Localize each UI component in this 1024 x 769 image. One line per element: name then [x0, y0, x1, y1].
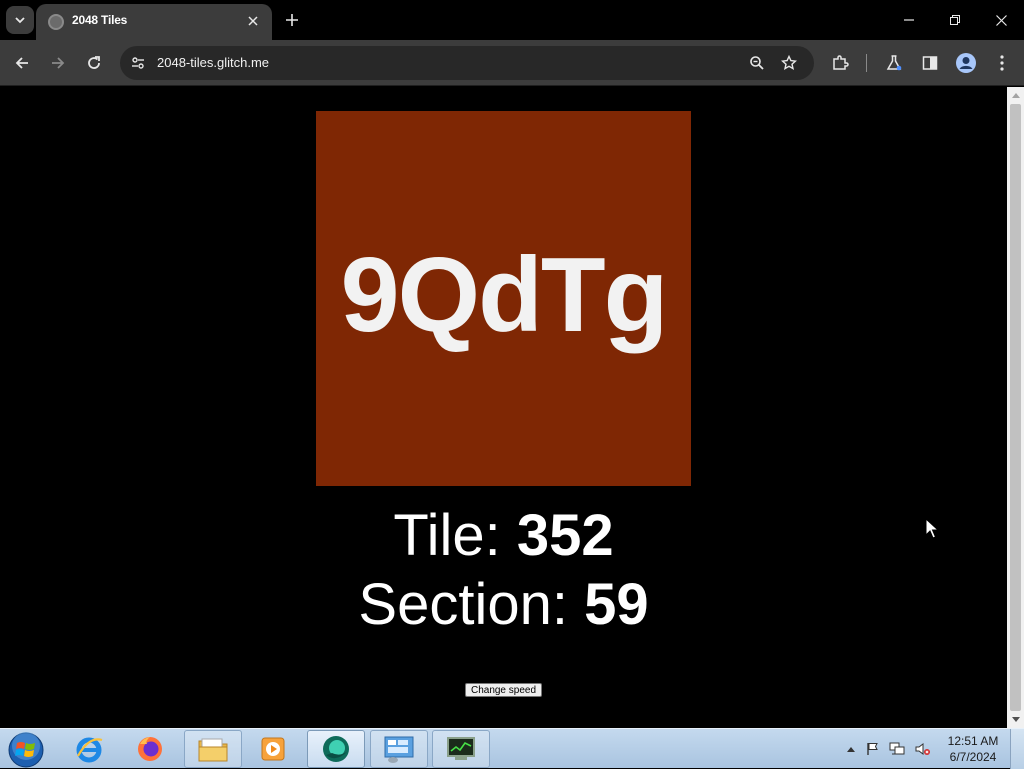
- firefox-icon: [138, 737, 162, 761]
- vertical-scrollbar[interactable]: [1007, 87, 1024, 728]
- tab-title: 2048 Tiles: [72, 13, 128, 27]
- tile-value: 352: [516, 503, 614, 568]
- taskbar-file-explorer[interactable]: [184, 730, 242, 768]
- page-content: 9QdTg Tile: 352 Section: 59 Change speed: [0, 87, 1007, 728]
- task-manager-icon: [447, 737, 475, 760]
- close-icon: [248, 16, 258, 26]
- toolbar-separator: [866, 54, 867, 72]
- taskbar-firefox[interactable]: [121, 730, 179, 768]
- start-button[interactable]: [6, 731, 46, 769]
- tile-counter: Tile: 352: [0, 502, 1007, 569]
- show-desktop-button[interactable]: [1010, 729, 1024, 769]
- scroll-down-button[interactable]: [1007, 711, 1024, 728]
- taskbar: 12:51 AM 6/7/2024: [0, 728, 1024, 769]
- taskbar-media-player[interactable]: [244, 730, 302, 768]
- section-label: Section:: [358, 572, 568, 637]
- profile-avatar-icon: [956, 53, 976, 73]
- more-vertical-icon: [1000, 55, 1004, 71]
- new-tab-button[interactable]: [281, 9, 303, 31]
- arrow-left-icon: [15, 57, 28, 69]
- taskbar-internet-explorer[interactable]: [60, 730, 118, 768]
- clock-date: 6/7/2024: [949, 750, 997, 764]
- triangle-down-icon: [1011, 717, 1020, 722]
- minimize-button[interactable]: [894, 6, 924, 34]
- address-url[interactable]: 2048-tiles.glitch.me: [157, 55, 269, 70]
- media-player-icon: [261, 737, 285, 761]
- reload-icon: [88, 56, 100, 69]
- side-panel-button[interactable]: [916, 49, 944, 77]
- change-speed-button[interactable]: Change speed: [465, 683, 542, 697]
- volume-muted-icon[interactable]: [915, 741, 931, 757]
- menu-button[interactable]: [988, 49, 1016, 77]
- arrow-right-icon: [52, 57, 65, 69]
- reload-button[interactable]: [80, 49, 108, 77]
- labs-button[interactable]: [880, 49, 908, 77]
- taskbar-task-manager[interactable]: [432, 730, 490, 768]
- restore-button[interactable]: [940, 6, 970, 34]
- windows-logo-icon: [8, 732, 44, 768]
- mouse-cursor-icon: [925, 518, 939, 539]
- extensions-button[interactable]: [826, 49, 854, 77]
- action-center-flag-icon[interactable]: [865, 741, 881, 757]
- control-panel-icon: [384, 736, 414, 763]
- tab-strip: 2048 Tiles: [0, 0, 1024, 40]
- profile-button[interactable]: [952, 49, 980, 77]
- puzzle-icon: [833, 55, 849, 70]
- restore-icon: [950, 15, 960, 25]
- tab-search-button[interactable]: [6, 6, 34, 34]
- scroll-up-button[interactable]: [1007, 87, 1024, 104]
- address-bar[interactable]: 2048-tiles.glitch.me: [120, 46, 814, 80]
- network-icon[interactable]: [889, 741, 905, 757]
- taskbar-clock[interactable]: 12:51 AM 6/7/2024: [942, 733, 1004, 765]
- forward-button[interactable]: [44, 49, 72, 77]
- taskbar-control-panel[interactable]: [370, 730, 428, 768]
- globe-icon: [48, 14, 64, 30]
- tile: 9QdTg: [316, 111, 691, 486]
- tab-active[interactable]: 2048 Tiles: [36, 4, 272, 40]
- triangle-up-icon: [847, 746, 855, 752]
- zoom-icon[interactable]: [747, 53, 767, 73]
- browser-toolbar: 2048-tiles.glitch.me: [0, 40, 1024, 86]
- clock-time: 12:51 AM: [947, 734, 999, 748]
- tile-label: Tile:: [393, 503, 501, 568]
- folder-icon: [198, 738, 228, 762]
- section-counter: Section: 59: [0, 571, 1007, 638]
- tile-text: 9QdTg: [340, 236, 669, 354]
- internet-explorer-icon: [76, 737, 103, 763]
- bookmark-star-icon[interactable]: [779, 53, 799, 73]
- triangle-up-icon: [1011, 93, 1020, 98]
- chevron-down-icon: [15, 17, 25, 24]
- browser-app-icon: [323, 736, 349, 762]
- side-panel-icon: [922, 56, 938, 70]
- close-window-button[interactable]: [986, 6, 1016, 34]
- site-settings-icon[interactable]: [128, 53, 148, 73]
- plus-icon: [286, 14, 298, 26]
- section-value: 59: [584, 572, 649, 637]
- minimize-icon: [904, 19, 914, 21]
- tab-close-button[interactable]: [244, 12, 262, 30]
- back-button[interactable]: [8, 49, 36, 77]
- show-hidden-icons-button[interactable]: [843, 741, 859, 757]
- flask-icon: [886, 55, 902, 71]
- scrollbar-thumb[interactable]: [1010, 104, 1021, 711]
- close-icon: [995, 14, 1007, 26]
- taskbar-browser-app[interactable]: [307, 730, 365, 768]
